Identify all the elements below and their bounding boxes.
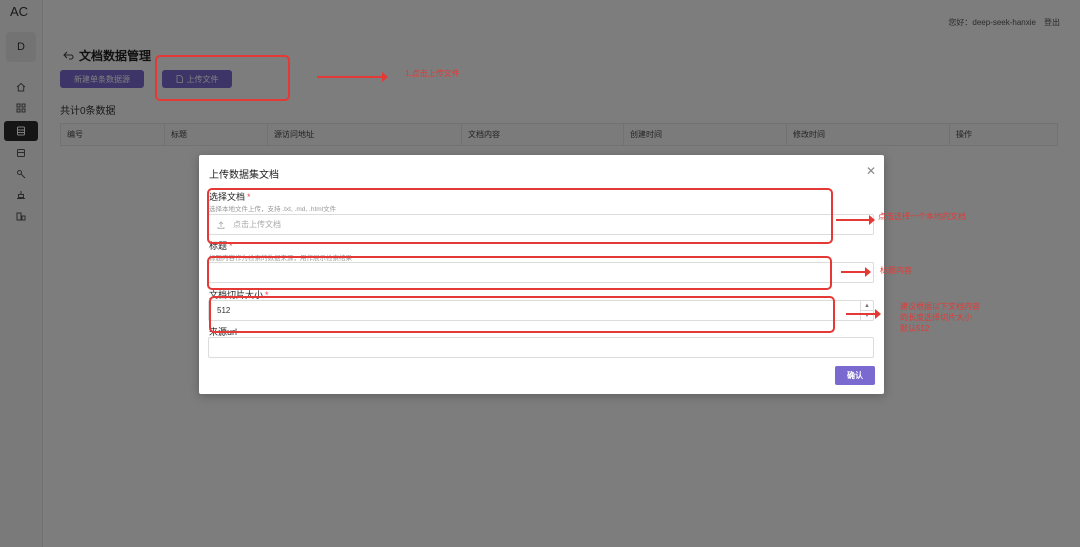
annotation-text-title: 标题内容 (880, 266, 912, 275)
annotation-line: 默认512 (900, 324, 930, 333)
annotation-arrow (841, 267, 871, 277)
annotation-line: 建议根据以下文档内容 (900, 302, 980, 311)
annotation-box-title (207, 256, 832, 290)
annotation-text-file: 点击选择一个本地的文档 (878, 212, 966, 221)
annotation-box-file (207, 188, 833, 244)
close-icon[interactable]: ✕ (866, 164, 876, 178)
annotation-arrow (846, 309, 881, 319)
chevron-down-icon[interactable]: ▼ (861, 310, 873, 320)
annotation-box-chunk (209, 296, 835, 333)
annotation-box-upload (155, 55, 290, 101)
annotation-line: 的长度选择切片大小 (900, 313, 972, 322)
dialog-title: 上传数据集文档 (209, 170, 279, 181)
source-url-input[interactable] (208, 337, 874, 358)
annotation-arrow (836, 215, 875, 225)
chevron-up-icon[interactable]: ▲ (861, 301, 873, 310)
number-stepper[interactable]: ▲ ▼ (860, 301, 873, 320)
annotation-arrow (317, 72, 388, 82)
confirm-button[interactable]: 确认 (835, 366, 875, 385)
annotation-text-upload: 1.点击上传文件 (405, 69, 460, 78)
annotation-text-chunk: 建议根据以下文档内容 的长度选择切片大小 默认512 (900, 301, 980, 334)
